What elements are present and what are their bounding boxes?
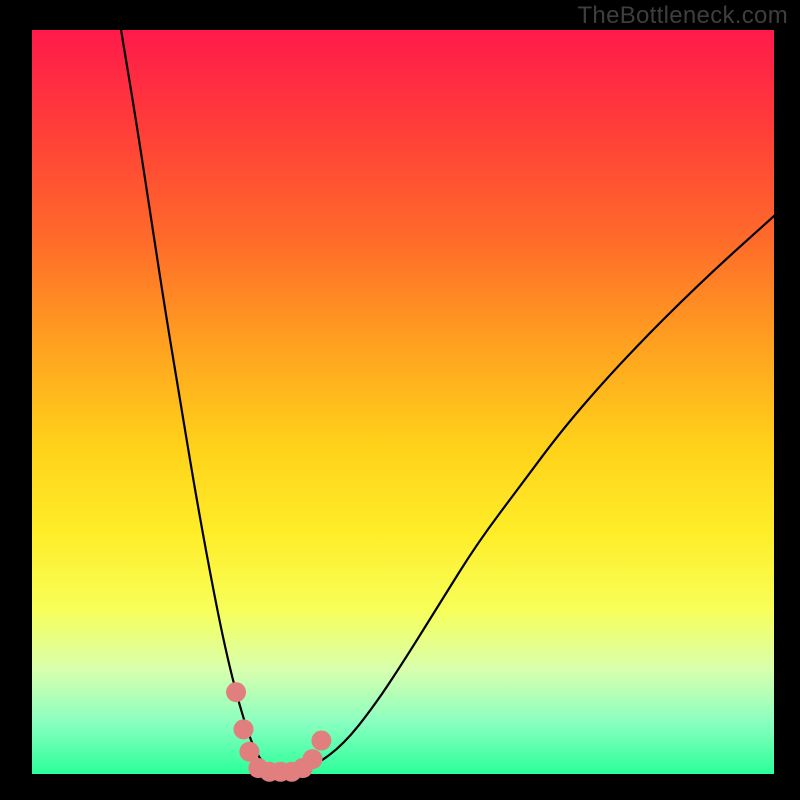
marker-dot — [311, 731, 331, 751]
curve-left-curve — [121, 30, 284, 774]
chart-frame: TheBottleneck.com — [0, 0, 800, 800]
marker-dot — [226, 682, 246, 702]
curve-right-curve — [284, 216, 774, 774]
chart-svg — [0, 0, 800, 800]
marker-dot — [233, 719, 253, 739]
marker-dot — [302, 749, 322, 769]
